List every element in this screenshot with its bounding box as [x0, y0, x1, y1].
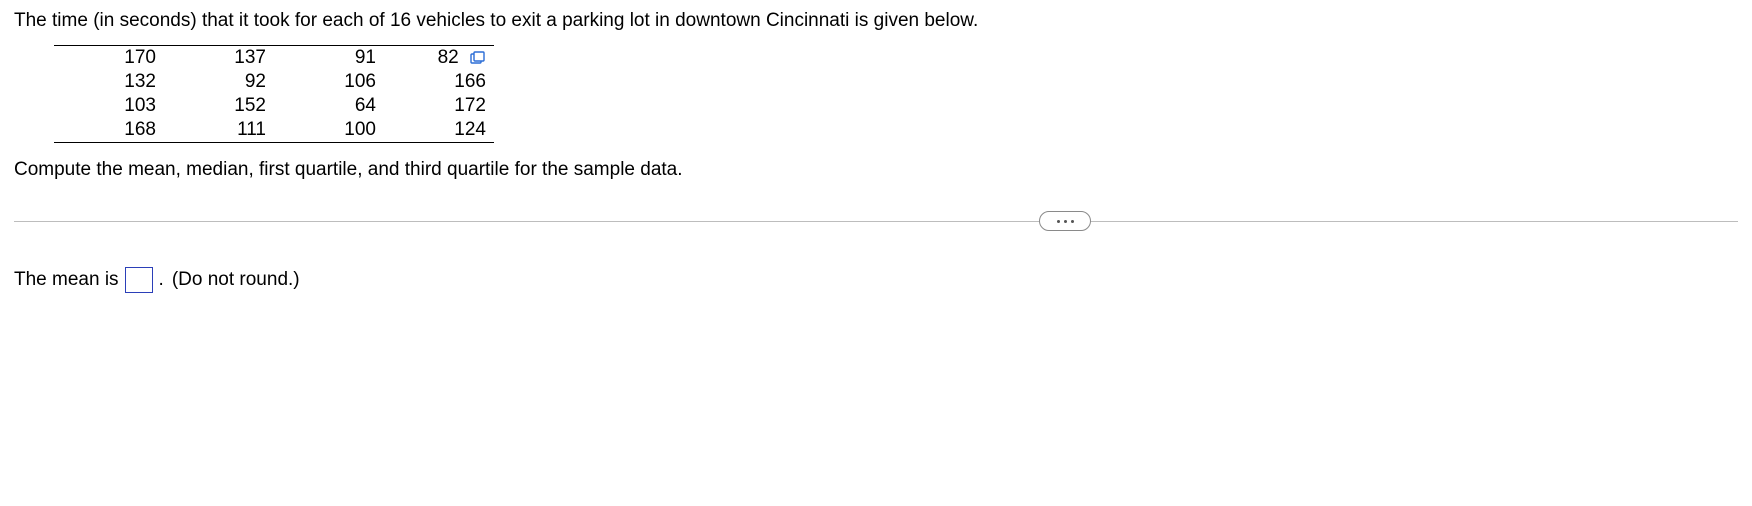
ellipsis-icon	[1064, 220, 1067, 223]
copy-icon[interactable]	[470, 51, 486, 65]
ellipsis-icon	[1057, 220, 1060, 223]
mean-input[interactable]	[125, 267, 153, 293]
table-cell: 132	[54, 70, 164, 94]
question-instruction: Compute the mean, median, first quartile…	[14, 157, 1738, 184]
table-cell: 111	[164, 118, 274, 143]
table-cell: 100	[274, 118, 384, 143]
question-lead: The time (in seconds) that it took for e…	[14, 8, 1738, 35]
divider-line	[14, 221, 1738, 222]
table-cell: 152	[164, 94, 274, 118]
table-row: 132 92 106 166	[54, 70, 494, 94]
table-cell: 170	[54, 45, 164, 70]
ellipsis-icon	[1071, 220, 1074, 223]
answer-prefix: The mean is	[14, 269, 119, 291]
table-row: 168 111 100 124	[54, 118, 494, 143]
table-cell-value: 82	[438, 47, 459, 68]
table-cell: 91	[274, 45, 384, 70]
table-cell: 124	[384, 118, 494, 143]
table-row: 103 152 64 172	[54, 94, 494, 118]
answer-hint: (Do not round.)	[172, 269, 300, 291]
answer-row: The mean is . (Do not round.)	[14, 267, 1738, 293]
table-cell: 82	[384, 45, 494, 70]
table-cell: 106	[274, 70, 384, 94]
section-divider	[14, 211, 1738, 231]
table-row: 170 137 91 82	[54, 45, 494, 70]
table-cell: 166	[384, 70, 494, 94]
table-cell: 64	[274, 94, 384, 118]
answer-period: .	[159, 269, 164, 291]
table-cell: 137	[164, 45, 274, 70]
table-cell: 103	[54, 94, 164, 118]
table-cell: 168	[54, 118, 164, 143]
data-table: 170 137 91 82 132 92 106 166 103 152 64 …	[54, 45, 494, 143]
table-cell: 92	[164, 70, 274, 94]
table-cell: 172	[384, 94, 494, 118]
more-options-button[interactable]	[1039, 211, 1091, 231]
